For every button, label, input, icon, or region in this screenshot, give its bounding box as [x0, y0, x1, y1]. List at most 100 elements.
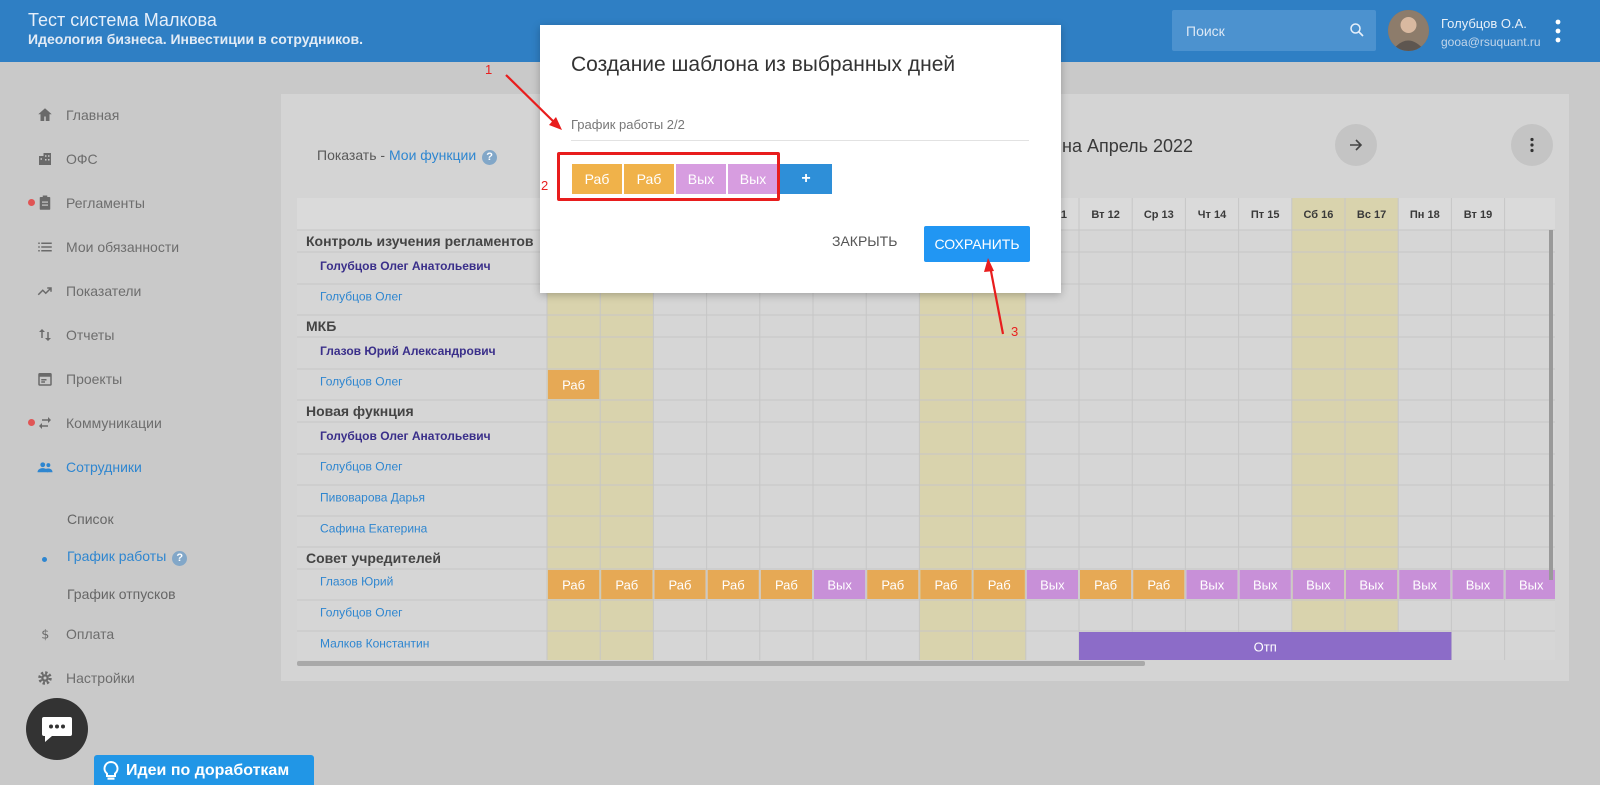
sidebar-item-reglaments[interactable]: Регламенты: [36, 189, 145, 217]
schedule-cell-label: Вых: [1359, 578, 1384, 593]
template-name-field[interactable]: График работы 2/2: [571, 117, 685, 132]
schedule-cell-label: Раб: [669, 578, 692, 593]
next-month-button[interactable]: [1335, 124, 1377, 166]
building-icon: [39, 153, 51, 165]
dollar-icon: $: [41, 628, 49, 643]
schedule-cell-label: Раб: [1094, 578, 1117, 593]
sidebar-item-label: Регламенты: [66, 195, 145, 211]
employee-name: Голубцов Олег: [320, 375, 403, 389]
annotation-1: 1: [485, 62, 493, 77]
my-functions-link[interactable]: Мои функции: [389, 147, 476, 163]
list-icon: [38, 242, 52, 252]
sidebar-item-label: Показатели: [66, 283, 142, 299]
schedule-cell-label: Раб: [1147, 578, 1170, 593]
more-vert-icon: [1530, 137, 1534, 153]
group-name: Контроль изучения регламентов: [306, 233, 534, 249]
active-indicator: [42, 557, 47, 562]
sidebar-item-label: Главная: [66, 107, 120, 123]
app-title: Тест система Малкова: [28, 10, 217, 30]
sidebar-item-duties[interactable]: Мои обязанности: [36, 233, 179, 261]
schedule-cell-label: Раб: [775, 578, 798, 593]
help-icon[interactable]: ?: [172, 551, 188, 566]
arrow-right-icon: [1350, 139, 1363, 151]
subnav-list[interactable]: Список: [67, 511, 114, 527]
subnav-vacation-schedule[interactable]: График отпусков: [67, 586, 176, 602]
svg-text:$: $: [41, 628, 49, 643]
group-name: Совет учредителей: [306, 550, 441, 566]
day-header: Пт 15: [1251, 209, 1280, 221]
save-button[interactable]: СОХРАНИТЬ: [924, 226, 1030, 262]
sidebar-item-employees[interactable]: Сотрудники: [36, 453, 142, 481]
sidebar-item-payment[interactable]: $ Оплата: [36, 620, 114, 648]
more-vert-icon[interactable]: [1552, 18, 1564, 44]
sidebar-item-reports[interactable]: Отчеты: [36, 321, 114, 349]
manager-name: Голубцов Олег Анатольевич: [320, 429, 491, 443]
close-button[interactable]: ЗАКРЫТЬ: [832, 233, 897, 249]
vacation-label: Отп: [1254, 640, 1277, 655]
horizontal-scrollbar[interactable]: [297, 661, 1145, 666]
schedule-cell-label: Вых: [1253, 578, 1278, 593]
day-header: Вс 17: [1357, 209, 1386, 221]
people-icon: [37, 462, 53, 473]
day-header: Вт 19: [1464, 209, 1492, 221]
group-name: МКБ: [306, 318, 336, 334]
show-label: Показать -: [317, 147, 389, 163]
calendar-icon: [38, 373, 52, 386]
sidebar-item-ofs[interactable]: ОФС: [36, 145, 98, 173]
employee-name: Сафина Екатерина: [320, 522, 428, 536]
sidebar-item-label: Сотрудники: [66, 459, 142, 475]
employee-name: Пивоварова Дарья: [320, 491, 425, 505]
schedule-cell-label: Вых: [1040, 578, 1065, 593]
sidebar-item-indicators[interactable]: Показатели: [36, 277, 141, 305]
dialog-title: Создание шаблона из выбранных дней: [571, 53, 956, 76]
sidebar-item-home[interactable]: Главная: [36, 101, 119, 129]
schedule-cell-label: Раб: [881, 578, 904, 593]
sidebar: Главная ОФС Регламенты Мои обязанности П…: [0, 62, 280, 785]
sidebar-item-projects[interactable]: Проекты: [36, 365, 122, 393]
help-icon[interactable]: ?: [482, 150, 498, 165]
card-menu-button[interactable]: [1511, 124, 1553, 166]
user-email: gooa@rsuquant.ru: [1441, 35, 1541, 49]
day-header: Сб 16: [1303, 209, 1333, 221]
schedule-cell-label: Раб: [722, 578, 745, 593]
day-header: Вт 12: [1091, 209, 1119, 221]
manager-name: Голубцов Олег Анатольевич: [320, 259, 491, 273]
vertical-scrollbar[interactable]: [1549, 230, 1553, 580]
schedule-cell-label: Раб: [615, 578, 638, 593]
sidebar-item-label: Оплата: [66, 626, 115, 642]
annotation-2: 2: [541, 178, 549, 193]
sidebar-item-label: Мои обязанности: [66, 239, 180, 255]
search-placeholder: Поиск: [1186, 23, 1225, 39]
employee-name: Малков Константин: [320, 637, 429, 651]
annotation-3: 3: [1011, 324, 1019, 339]
lightbulb-icon: [103, 760, 119, 780]
swap-horiz-icon: [39, 417, 51, 429]
ideas-label: Идеи по доработкам: [126, 762, 290, 779]
day-header: Пн 18: [1410, 209, 1440, 221]
ideas-button[interactable]: Идеи по доработкам: [94, 755, 314, 785]
chat-button[interactable]: [26, 698, 88, 760]
subnav-work-schedule[interactable]: График работы?: [67, 548, 188, 566]
sidebar-item-communications[interactable]: Коммуникации: [36, 409, 162, 437]
notification-dot: [28, 419, 35, 426]
schedule-cell-label: Раб: [935, 578, 958, 593]
manager-name: Глазов Юрий Александрович: [320, 344, 496, 358]
gear-icon: [38, 671, 52, 685]
employee-name: Голубцов Олег: [320, 290, 403, 304]
trending-icon: [37, 287, 52, 296]
schedule-cell-label: Вых: [827, 578, 852, 593]
schedule-cell-label: Раб: [562, 578, 585, 593]
clipboard-icon: [39, 195, 51, 210]
user-name[interactable]: Голубцов О.А.: [1441, 16, 1527, 31]
search-icon[interactable]: [1348, 21, 1366, 39]
add-day-button[interactable]: +: [780, 164, 832, 194]
sidebar-item-settings[interactable]: Настройки: [36, 664, 135, 692]
schedule-cell-label: Вых: [1466, 578, 1491, 593]
avatar[interactable]: [1388, 10, 1429, 51]
sidebar-item-label: ОФС: [66, 151, 98, 167]
notification-dot: [28, 199, 35, 206]
employee-name: Глазов Юрий: [320, 575, 393, 589]
schedule-cell-label: Раб: [562, 378, 585, 393]
search-input[interactable]: Поиск: [1172, 10, 1376, 51]
schedule-cell-label: Вых: [1306, 578, 1331, 593]
